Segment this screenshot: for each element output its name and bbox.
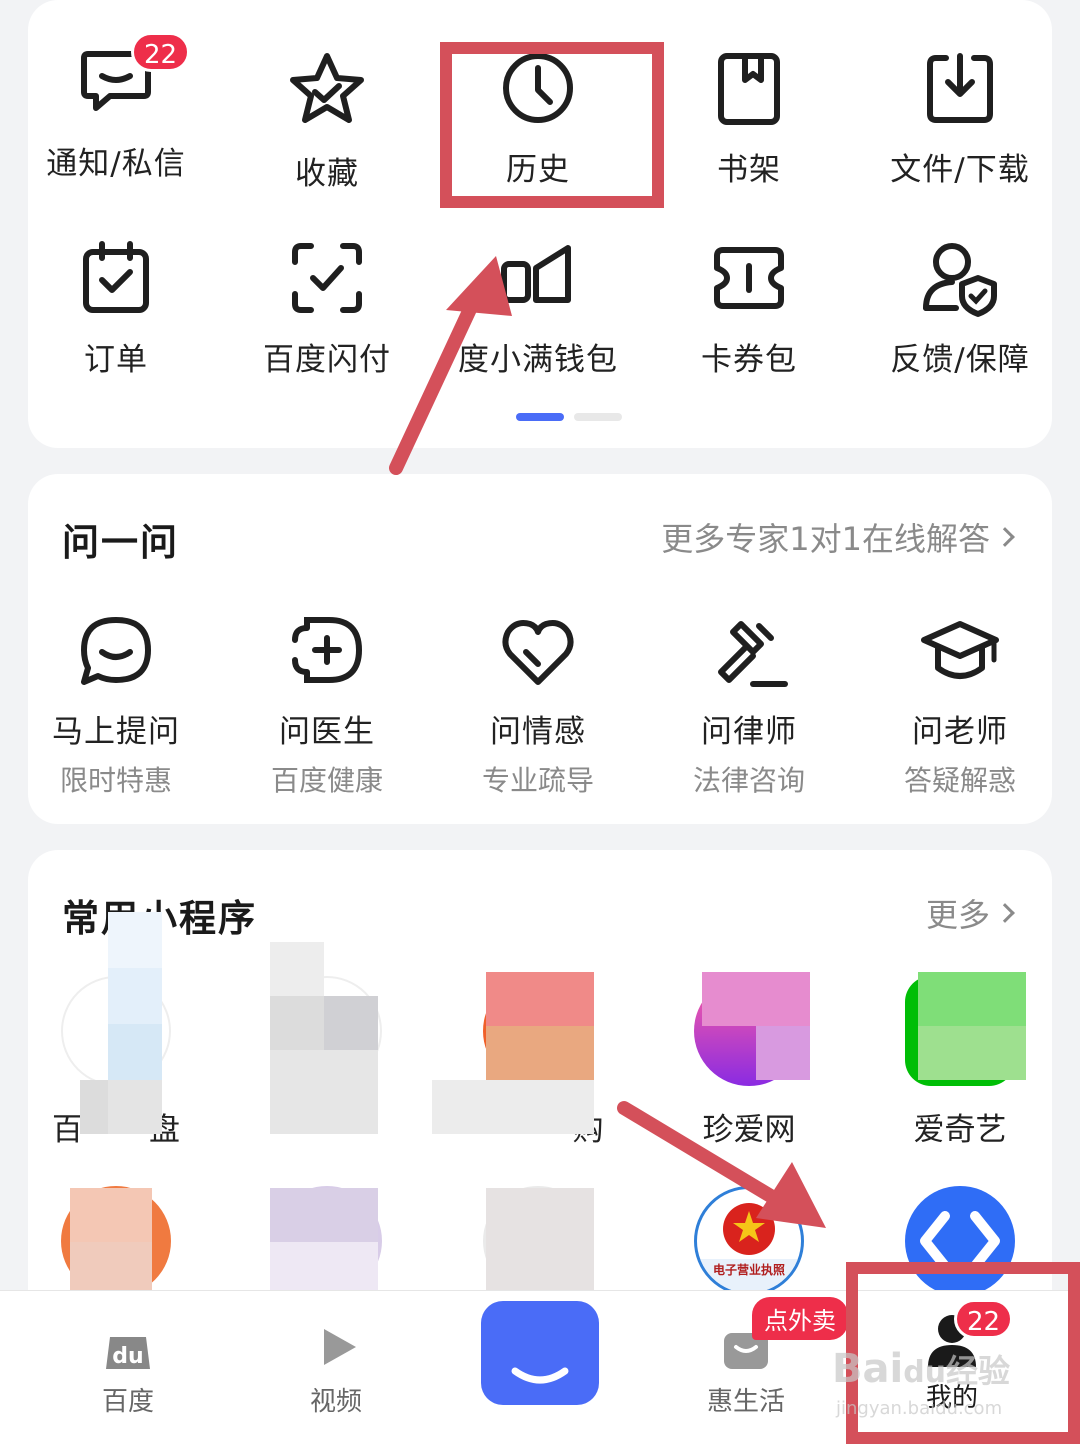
ask-item-label: 问情感: [490, 714, 586, 750]
app-label: 爱奇艺: [913, 1112, 1007, 1148]
watermark-paw: du: [903, 1355, 947, 1390]
ask-card: 问一问 更多专家1对1在线解答 马上提问 限时特惠 问医生 百度健康 问情感 专…: [28, 474, 1052, 824]
smile-graphic: [511, 1367, 569, 1384]
tool-label: 文件/下载: [890, 152, 1030, 188]
page-dot: [574, 413, 622, 421]
tool-coupons[interactable]: 卡券包: [644, 238, 854, 379]
calendar-check-icon: [83, 241, 149, 313]
wallet-icon: [501, 245, 571, 303]
play-icon: [324, 1329, 356, 1365]
tool-quickpay[interactable]: 百度闪付: [222, 238, 432, 379]
tab-baidu[interactable]: du 百度: [38, 1291, 218, 1418]
tool-label: 书架: [717, 152, 781, 188]
chevron-right-icon: [995, 903, 1015, 923]
chevron-right-icon: [995, 527, 1015, 547]
ask-item-label: 问老师: [912, 714, 1008, 750]
highlight-history-box: [440, 42, 664, 208]
graduation-cap-icon: [921, 621, 999, 679]
baidu-jingyan-watermark: Baidu经验: [832, 1346, 1010, 1392]
ask-item-label: 问医生: [279, 714, 375, 750]
tool-label: 度小满钱包: [458, 342, 618, 378]
ask-item-lawyer[interactable]: 问律师 法律咨询: [644, 612, 854, 799]
ask-item-emotion[interactable]: 问情感 专业疏导: [433, 612, 643, 799]
promo-tag: 点外卖: [752, 1297, 848, 1340]
tool-label: 收藏: [295, 156, 359, 192]
medical-plus-icon: [292, 617, 363, 683]
watermark-url: jingyan.baidu.com: [836, 1398, 1003, 1419]
notification-badge: 22: [131, 32, 191, 72]
tool-notifications[interactable]: 22 通知/私信: [11, 32, 221, 183]
ask-item-quick[interactable]: 马上提问 限时特惠: [11, 612, 221, 799]
bookmark-icon: [718, 53, 780, 125]
mini-more-label: 更多: [925, 896, 990, 934]
download-icon: [927, 53, 993, 123]
star-icon: [290, 53, 364, 123]
gavel-icon: [718, 621, 788, 687]
ask-item-label: 问律师: [701, 714, 797, 750]
page-indicator: [516, 406, 632, 425]
tool-wallet[interactable]: 度小满钱包: [433, 238, 643, 379]
tab-center[interactable]: [450, 1301, 630, 1405]
tab-label: 百度: [101, 1387, 154, 1417]
user-shield-icon: [923, 243, 997, 317]
tool-bookshelf[interactable]: 书架: [644, 48, 854, 189]
tool-orders[interactable]: 订单: [11, 238, 221, 379]
svg-text:du: du: [112, 1344, 143, 1369]
ask-item-label: 马上提问: [52, 714, 180, 750]
tool-label: 反馈/保障: [890, 342, 1030, 378]
watermark-cn: 经验: [946, 1352, 1011, 1390]
ask-item-sub: 法律咨询: [692, 764, 805, 797]
ask-item-sub: 答疑解惑: [903, 764, 1016, 797]
heart-icon: [502, 620, 574, 685]
tool-feedback[interactable]: 反馈/保障: [855, 238, 1065, 379]
tool-favorites[interactable]: 收藏: [222, 50, 432, 193]
page-dot-active: [516, 413, 564, 421]
ask-item-sub: 限时特惠: [59, 764, 172, 797]
center-home-icon: [481, 1301, 599, 1405]
tab-label: 视频: [309, 1387, 362, 1417]
tool-label: 通知/私信: [46, 146, 186, 182]
watermark-brand: Bai: [832, 1346, 904, 1392]
ticket-icon: [714, 247, 784, 309]
scan-check-icon: [292, 243, 362, 313]
ask-item-teacher[interactable]: 问老师 答疑解惑: [855, 612, 1065, 799]
ask-item-doctor[interactable]: 问医生 百度健康: [222, 612, 432, 799]
ask-more-label: 更多专家1对1在线解答: [661, 520, 990, 558]
ask-item-sub: 专业疏导: [481, 764, 594, 797]
chat-smile-icon: [81, 617, 151, 685]
tool-label: 订单: [84, 342, 148, 378]
tab-label: 惠生活: [706, 1387, 785, 1417]
ask-section-title: 问一问: [62, 521, 179, 564]
emblem-text: 电子营业执照: [712, 1263, 785, 1277]
tool-downloads[interactable]: 文件/下载: [855, 48, 1065, 189]
tool-label: 百度闪付: [263, 342, 391, 378]
ask-more-link[interactable]: 更多专家1对1在线解答: [661, 514, 1015, 560]
national-emblem-icon: 电子营业执照: [694, 1186, 804, 1296]
mini-more-link[interactable]: 更多: [925, 890, 1015, 936]
ask-item-sub: 百度健康: [270, 764, 383, 797]
tab-huishenghuo[interactable]: 惠生活 点外卖: [656, 1291, 848, 1418]
tool-label: 卡券包: [701, 342, 797, 378]
du-logo-icon: du: [106, 1337, 150, 1369]
mini-app-business-license[interactable]: 电子营业执照: [644, 1186, 854, 1296]
app-label: 珍爱网: [702, 1112, 796, 1148]
tab-video[interactable]: 视频: [246, 1291, 426, 1418]
